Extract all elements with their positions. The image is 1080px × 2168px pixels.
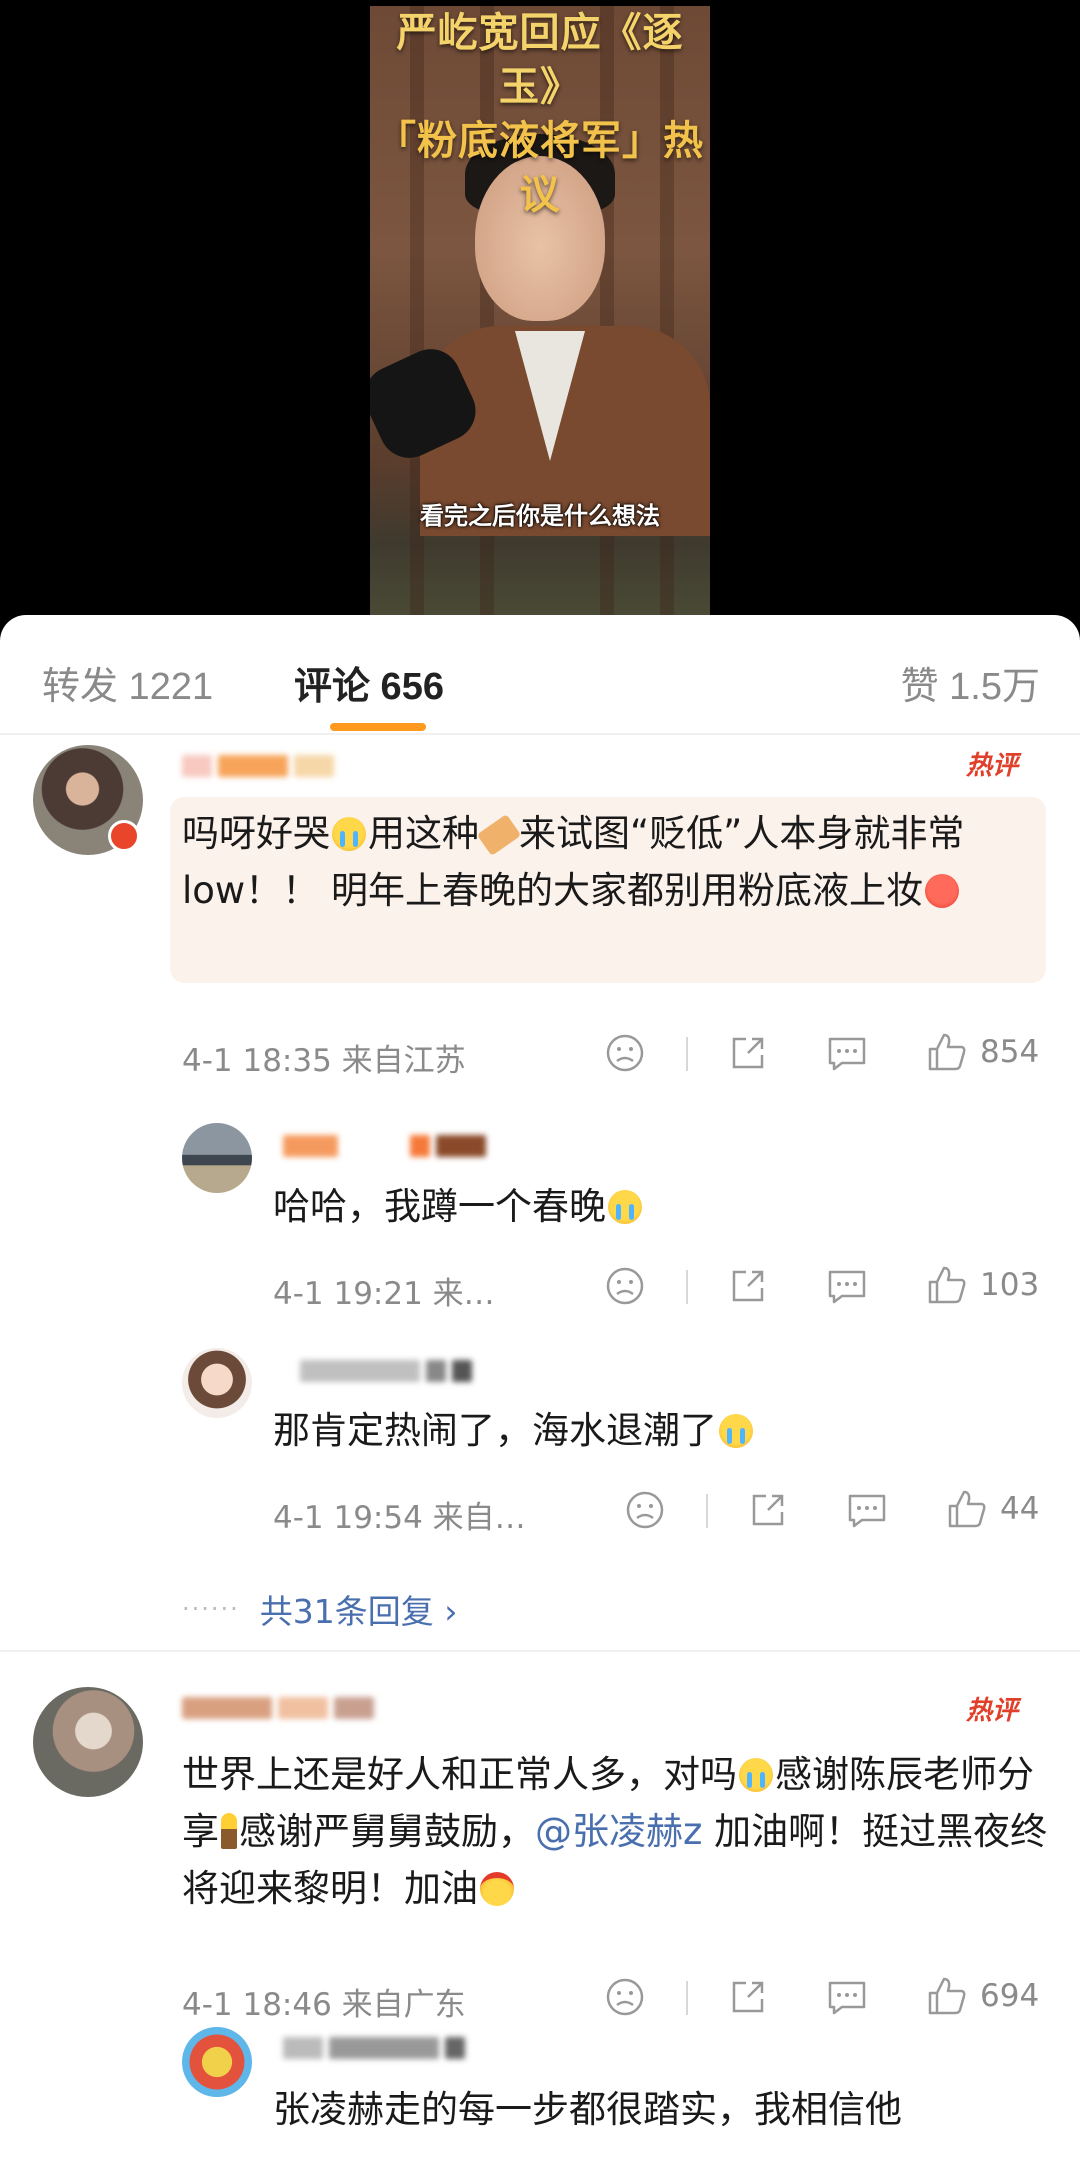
username-blurred[interactable] (300, 1360, 472, 1382)
share-icon[interactable] (728, 1033, 768, 1073)
avatar[interactable] (33, 1687, 143, 1797)
avatar[interactable] (182, 1348, 252, 1418)
comment-text[interactable]: 吗呀好哭 用这种 来试图“贬低”人本身就非常low！！ 明年上春晚的大家都别用粉底液… (182, 805, 1042, 919)
comment-text[interactable]: 世界上还是好人和正常人多，对吗 感谢陈辰老师分享 感谢严舅舅鼓励，@张凌赫z 加油啊… (182, 1746, 1052, 1917)
reply-text[interactable]: 那肯定热闹了，海水退潮了 (273, 1402, 755, 1459)
video-subtitle: 看完之后你是什么想法 (420, 502, 660, 530)
comment-divider (0, 1650, 1080, 1652)
like-button[interactable]: 44 (946, 1488, 1039, 1530)
like-count: 103 (980, 1267, 1040, 1303)
hot-comment-badge: 热评 (966, 751, 1019, 781)
comment-icon[interactable] (826, 1977, 868, 2017)
reply-text[interactable]: 哈哈，我蹲一个春晚 (273, 1178, 644, 1235)
like-count: 854 (980, 1034, 1040, 1070)
torch-emoji-icon (221, 1813, 237, 1849)
tab-likes[interactable]: 赞 1.5万 (901, 655, 1040, 710)
tab-repost[interactable]: 转发 1221 (42, 655, 213, 710)
share-icon[interactable] (728, 1977, 768, 2017)
dislike-icon[interactable] (605, 1266, 645, 1306)
tab-comments[interactable]: 评论 656 (294, 655, 444, 710)
angry-emoji-icon (924, 874, 959, 908)
crying-emoji-icon (739, 1758, 773, 1792)
username-blurred[interactable] (283, 2037, 465, 2059)
like-button[interactable]: 854 (926, 1031, 1039, 1073)
reply-text[interactable]: 张凌赫走的每一步都很踏实，我相信他 (273, 2081, 902, 2138)
tab-active-indicator (330, 723, 426, 731)
reply-time: 4-1 19:54 来自… (273, 1500, 526, 1536)
crying-emoji-icon (332, 817, 366, 851)
like-count: 694 (980, 1978, 1040, 2014)
price-tag-emoji-icon (476, 814, 522, 856)
username-blurred[interactable] (182, 1697, 374, 1719)
video-player[interactable]: 严屹宽回应《逐玉》 「粉底液将军」热议 看完之后你是什么想法 (0, 0, 1080, 620)
comment-icon[interactable] (826, 1033, 868, 1073)
like-icon (928, 1266, 966, 1304)
view-all-replies-link[interactable]: ······ 共31条回复 › (182, 1585, 457, 1633)
dots-icon: ······ (182, 1595, 240, 1623)
reply-time: 4-1 19:21 来… (273, 1276, 495, 1312)
like-icon (928, 1033, 966, 1071)
mention-link[interactable]: @张凌赫z (535, 1810, 702, 1853)
comments-panel: 转发 1221 评论 656 赞 1.5万 热评 吗呀好哭 用这种 来试图“贬低”人… (0, 615, 1080, 2168)
avatar[interactable] (182, 1123, 252, 1193)
hot-comment-badge: 热评 (966, 1696, 1019, 1726)
comment-icon[interactable] (846, 1490, 888, 1530)
dislike-icon[interactable] (605, 1033, 645, 1073)
like-icon (928, 1977, 966, 2015)
like-button[interactable]: 694 (926, 1975, 1039, 2017)
like-button[interactable]: 103 (926, 1264, 1039, 1306)
like-icon (948, 1490, 986, 1528)
video-frame[interactable]: 严屹宽回应《逐玉》 「粉底液将军」热议 看完之后你是什么想法 (370, 6, 710, 616)
cheer-emoji-icon (480, 1872, 514, 1906)
video-title: 严屹宽回应《逐玉》 「粉底液将军」热议 (376, 10, 704, 218)
verified-badge-icon (108, 820, 140, 852)
comment-icon[interactable] (826, 1266, 868, 1306)
tab-bar: 转发 1221 评论 656 赞 1.5万 (0, 615, 1080, 735)
share-icon[interactable] (728, 1266, 768, 1306)
share-icon[interactable] (748, 1490, 788, 1530)
dislike-icon[interactable] (625, 1490, 665, 1530)
comment-time: 4-1 18:35 来自江苏 (182, 1043, 466, 1079)
comment-time: 4-1 18:46 来自广东 (182, 1987, 466, 2023)
username-blurred[interactable] (182, 755, 334, 777)
crying-emoji-icon (608, 1190, 642, 1224)
like-count: 44 (1000, 1491, 1040, 1527)
username-blurred[interactable] (283, 1135, 486, 1157)
crying-emoji-icon (719, 1414, 753, 1448)
avatar[interactable] (182, 2027, 252, 2097)
dislike-icon[interactable] (605, 1977, 645, 2017)
